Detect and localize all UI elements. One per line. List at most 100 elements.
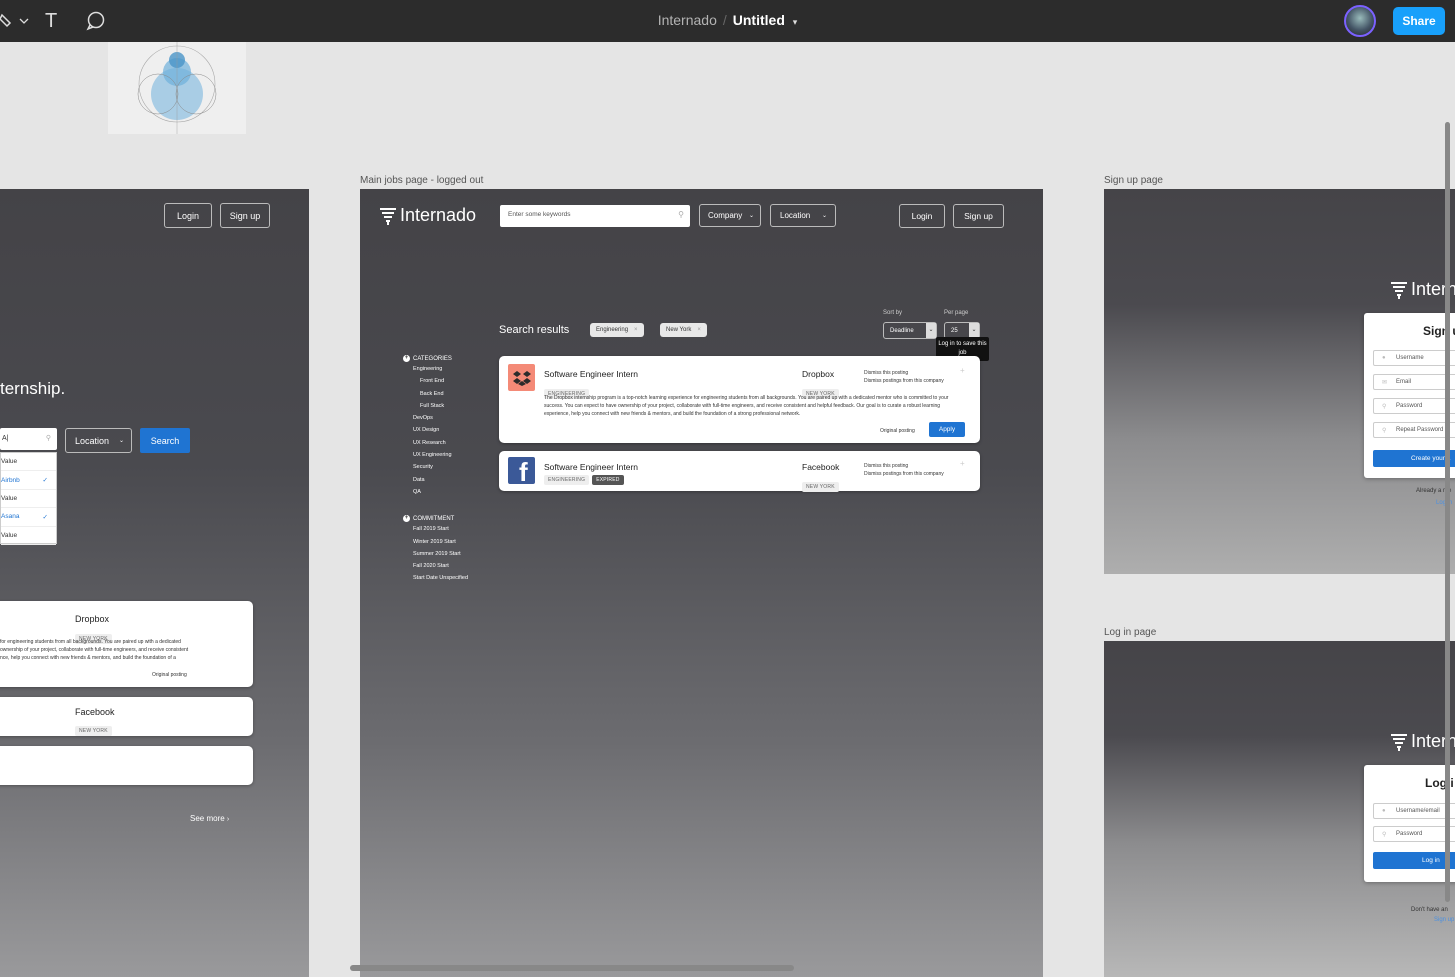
filter-chip-new-york[interactable]: New York ×	[660, 323, 707, 337]
main-frame-label[interactable]: Main jobs page - logged out	[360, 175, 483, 186]
category-item[interactable]: Back End	[403, 391, 493, 403]
login-button[interactable]: Login	[164, 203, 212, 228]
chevron-down-icon: ⌄	[748, 213, 754, 219]
chip-label: Engineering	[596, 327, 629, 333]
internado-logo[interactable]: Internado	[378, 205, 476, 226]
create-account-button[interactable]: Create your a	[1373, 450, 1455, 467]
category-item[interactable]: DevOps	[403, 415, 493, 427]
commitment-item[interactable]: Fall 2020 Start	[403, 563, 493, 575]
comment-tool-button[interactable]	[86, 9, 106, 33]
logo-sketch-image	[108, 42, 246, 134]
company-dropdown[interactable]: Company ⌄	[699, 204, 761, 227]
category-item[interactable]: UX Design	[403, 427, 493, 439]
commitment-item[interactable]: Winter 2019 Start	[403, 539, 493, 551]
dismiss-company-link[interactable]: Dismiss postings from this company	[864, 377, 944, 385]
dropdown-option[interactable]: Value	[1, 453, 56, 472]
job-title[interactable]: Software Engineer Intern	[544, 369, 638, 379]
category-item[interactable]: Full Stack	[403, 403, 493, 415]
job-description: The Dropbox internship program is a top-…	[544, 395, 949, 417]
search-button[interactable]: Search	[140, 428, 190, 453]
landing-frame[interactable]: Login Sign up ternship. A| ⚲ Location ⌄ …	[0, 189, 309, 977]
signup-frame[interactable]: Intern Sign u ●Username ✉Email ⚲Password…	[1104, 189, 1455, 574]
see-more-link[interactable]: See more ›	[190, 814, 229, 823]
user-icon: ●	[1382, 355, 1386, 361]
email-field[interactable]: ✉ Email	[1373, 374, 1455, 390]
bookmark-icon[interactable]: +	[960, 459, 965, 468]
text-tool-icon: T	[45, 9, 58, 32]
dismiss-company-link[interactable]: Dismiss postings from this company	[864, 470, 944, 478]
category-item[interactable]: Engineering	[403, 366, 493, 378]
pen-tool-button[interactable]	[0, 9, 30, 33]
key-icon: ⚲	[1382, 831, 1387, 838]
chevron-down-icon[interactable]: ▾	[793, 17, 798, 27]
sort-by-select[interactable]: Deadline ⌄	[883, 322, 937, 339]
commitment-header[interactable]: + COMMITMENT	[403, 515, 493, 523]
commitment-item[interactable]: Summer 2019 Start	[403, 551, 493, 563]
category-item[interactable]: Data	[403, 477, 493, 489]
status-badge: EXPIRED	[592, 475, 624, 485]
close-icon[interactable]: ×	[634, 327, 638, 333]
signup-button[interactable]: Sign up	[220, 203, 270, 228]
project-name[interactable]: Internado	[658, 12, 717, 28]
plus-circle-icon[interactable]: +	[403, 355, 410, 362]
category-item[interactable]: UX Engineering	[403, 452, 493, 464]
categories-header[interactable]: + CATEGORIES	[403, 355, 493, 362]
dismiss-posting-link[interactable]: Dismiss this posting	[864, 462, 908, 470]
commitment-item[interactable]: Fall 2019 Start	[403, 526, 493, 538]
breadcrumb-separator: /	[722, 12, 727, 28]
login-submit-button[interactable]: Log in	[1373, 852, 1455, 869]
repeat-password-field[interactable]: ⚲ Repeat Password	[1373, 422, 1455, 438]
design-canvas[interactable]: Login Sign up ternship. A| ⚲ Location ⌄ …	[0, 42, 1455, 977]
keyword-search-input[interactable]: Enter some keywords ⚲	[500, 205, 690, 227]
plus-circle-icon[interactable]: +	[403, 515, 410, 523]
category-item[interactable]: QA	[403, 489, 493, 501]
main-jobs-frame[interactable]: Internado Enter some keywords ⚲ Company …	[360, 189, 1043, 977]
dropdown-option[interactable]: Airbnb ✓	[1, 471, 56, 490]
login-frame-label[interactable]: Log in page	[1104, 627, 1156, 638]
share-button[interactable]: Share	[1393, 7, 1445, 35]
signup-button[interactable]: Sign up	[953, 204, 1004, 228]
dropdown-option[interactable]: Asana ✓	[1, 508, 56, 527]
category-item[interactable]: UX Research	[403, 440, 493, 452]
dropbox-logo	[508, 364, 535, 391]
horizontal-scrollbar[interactable]	[350, 965, 794, 971]
login-button[interactable]: Login	[899, 204, 945, 228]
password-field[interactable]: ⚲ Password	[1373, 826, 1455, 842]
chevron-down-icon: ⌄	[821, 213, 827, 219]
avatar[interactable]	[1344, 5, 1376, 37]
username-field[interactable]: ● Username	[1373, 350, 1455, 366]
job-card-facebook[interactable]: Facebook NEW YORK	[0, 697, 253, 736]
close-icon[interactable]: ×	[697, 327, 701, 333]
file-name[interactable]: Untitled	[733, 12, 785, 28]
apply-button[interactable]: Apply	[929, 422, 965, 437]
dropdown-option[interactable]: Value	[1, 490, 56, 509]
location-dropdown[interactable]: Location ⌄	[65, 428, 132, 453]
bookmark-icon[interactable]: +	[960, 366, 965, 375]
dismiss-posting-link[interactable]: Dismiss this posting	[864, 369, 908, 377]
signup-link[interactable]: Sign up	[1434, 917, 1454, 923]
category-item[interactable]: Security	[403, 464, 493, 476]
job-card-dropbox[interactable]: Software Engineer Intern ENGINEERING Dro…	[499, 356, 980, 443]
signup-frame-label[interactable]: Sign up page	[1104, 175, 1163, 186]
sort-by-label: Sort by	[883, 310, 903, 316]
job-card-empty[interactable]	[0, 746, 253, 785]
original-posting-link[interactable]: Original posting	[880, 427, 915, 435]
login-frame[interactable]: Intern Log i ● Username/email ⚲ Password L…	[1104, 641, 1455, 977]
location-dropdown[interactable]: Location ⌄	[770, 204, 836, 227]
mail-icon: ✉	[1382, 379, 1388, 386]
filter-chip-engineering[interactable]: Engineering ×	[590, 323, 644, 337]
commitment-item[interactable]: Start Date Unspecified	[403, 575, 493, 587]
dropdown-option[interactable]: Value	[1, 527, 56, 545]
password-field[interactable]: ⚲ Password	[1373, 398, 1455, 414]
job-card-facebook[interactable]: f Software Engineer Intern ENGINEERING E…	[499, 451, 980, 492]
company-search-input[interactable]: A| ⚲	[0, 428, 57, 450]
option-label: Value	[1, 458, 18, 466]
category-item[interactable]: Front End	[403, 378, 493, 390]
original-posting-link[interactable]: Original posting	[152, 671, 187, 679]
job-card-dropbox[interactable]: Dropbox NEW YORK for engineering student…	[0, 601, 253, 687]
username-email-field[interactable]: ● Username/email	[1373, 803, 1455, 819]
search-icon: ⚲	[45, 435, 51, 442]
text-tool-button[interactable]: T	[45, 9, 57, 33]
vertical-scrollbar[interactable]	[1445, 122, 1450, 902]
job-title[interactable]: Software Engineer Intern	[544, 462, 638, 472]
